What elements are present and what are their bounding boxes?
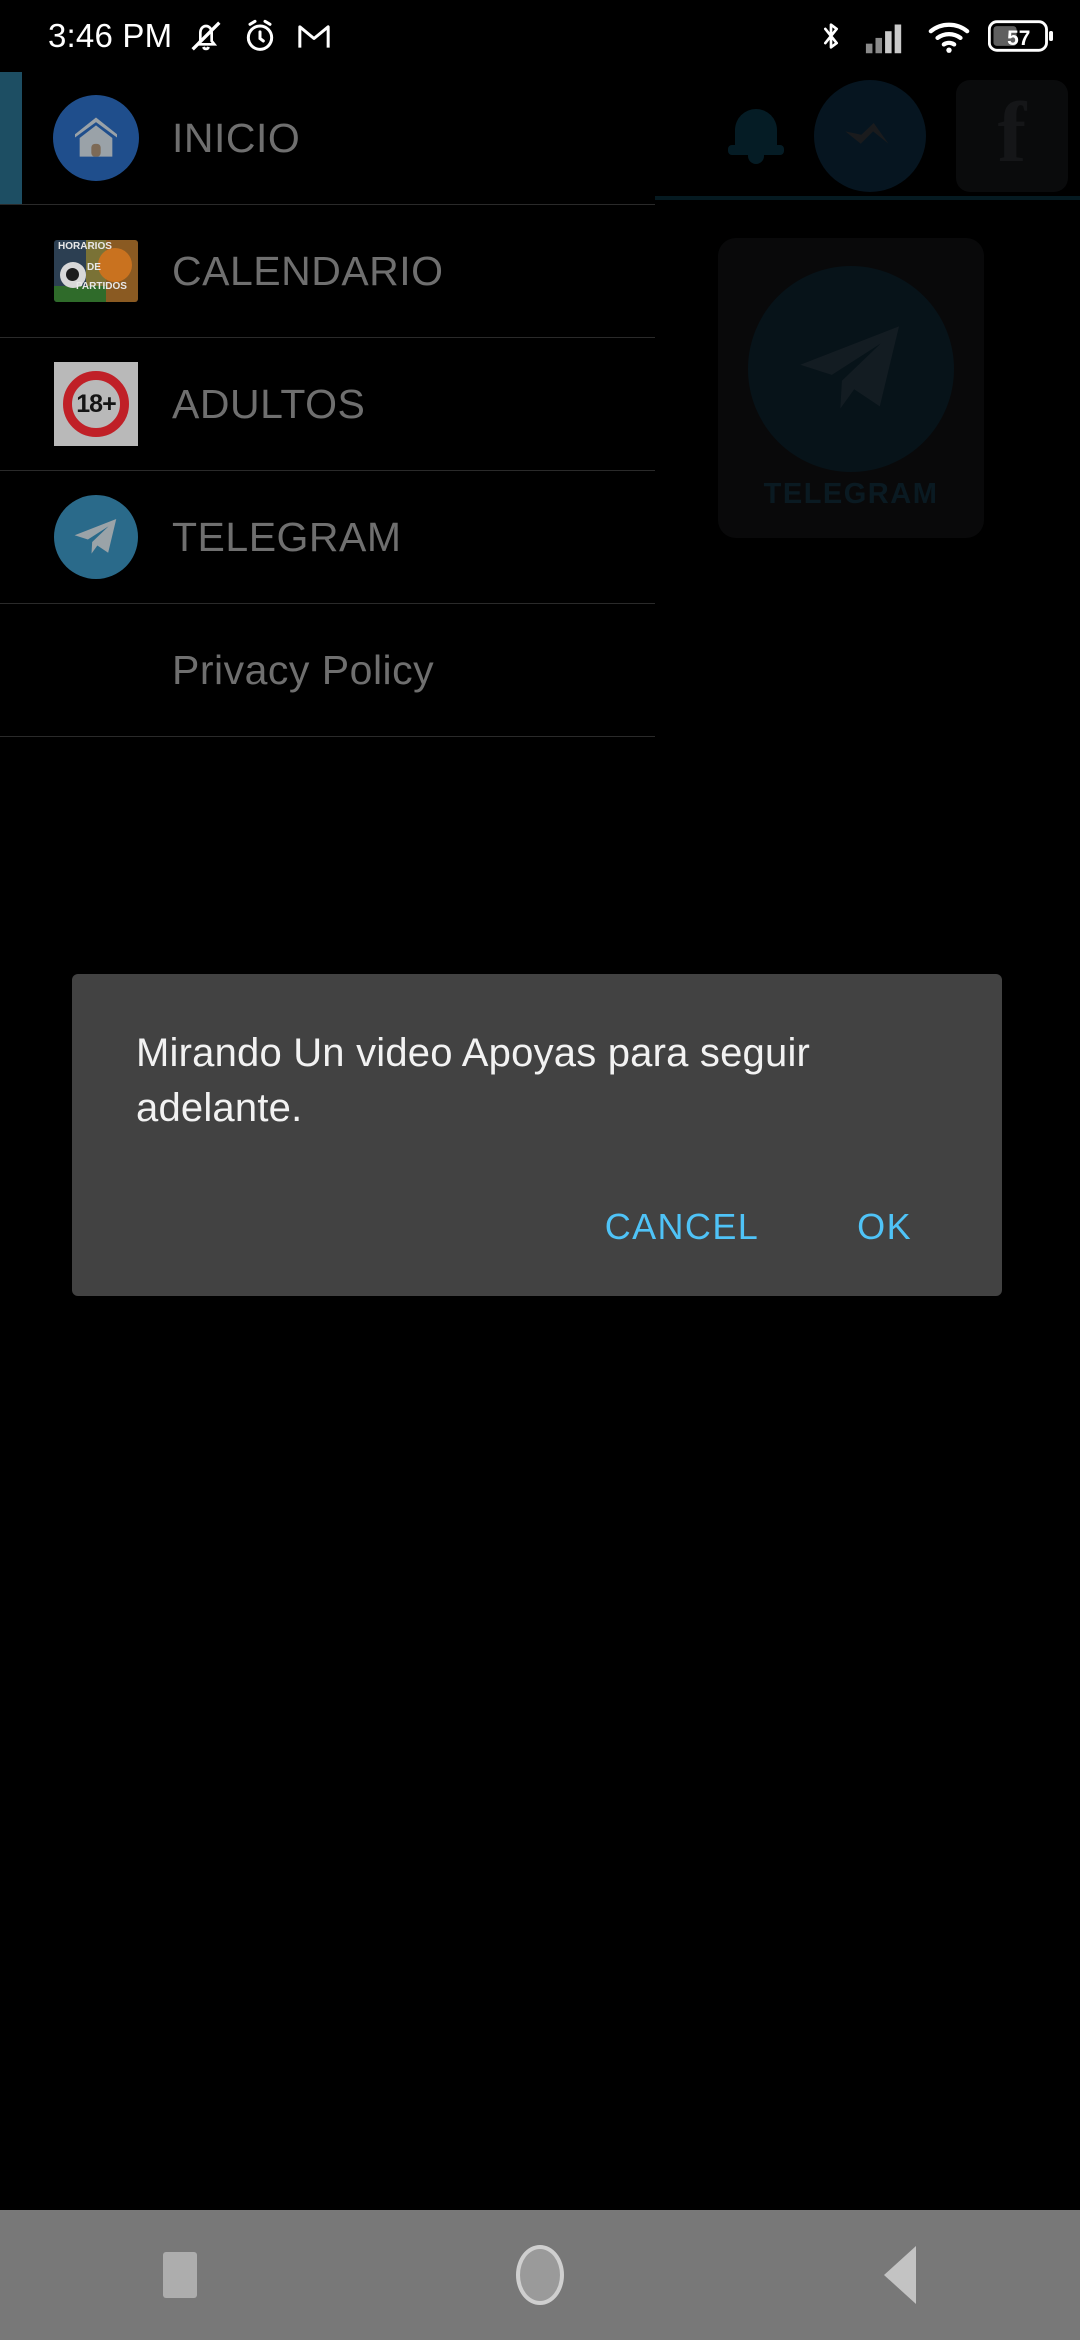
drawer-item-label: ADULTOS [172, 380, 366, 427]
age-rating-text: 18+ [63, 371, 129, 437]
bluetooth-icon [823, 23, 839, 49]
status-bar-right: 57 [814, 16, 1054, 56]
square-icon [163, 2252, 197, 2298]
drawer-item-label: TELEGRAM [172, 513, 402, 560]
clock: 3:46 PM [48, 17, 173, 54]
gmail-icon [298, 25, 330, 48]
selected-indicator [0, 72, 22, 204]
wifi-icon [928, 22, 970, 53]
drawer-item-calendario[interactable]: HORARIOS DE PARTIDOS CALENDARIO [0, 205, 655, 338]
status-bar-left: 3:46 PM [48, 16, 334, 56]
drawer-item-label: INICIO [172, 114, 301, 161]
cellular-signal-icon [865, 24, 902, 54]
silent-mode-icon [191, 21, 221, 51]
home-icon [48, 90, 144, 186]
icon-text-line1: HORARIOS [58, 241, 112, 252]
telegram-icon [48, 489, 144, 585]
drawer-item-label: CALENDARIO [172, 247, 444, 294]
cancel-button[interactable]: CANCEL [579, 1192, 785, 1262]
home-button[interactable] [465, 2210, 615, 2340]
dialog-message: Mirando Un video Apoyas para seguir adel… [136, 1031, 811, 1131]
back-button[interactable] [825, 2210, 975, 2340]
battery-icon: 57 [988, 20, 1054, 52]
adults-18-plus-icon: 18+ [48, 356, 144, 452]
battery-percent-text: 57 [1007, 27, 1030, 50]
status-bar: 3:46 PM 57 [0, 0, 1080, 72]
system-navigation-bar [0, 2210, 1080, 2340]
drawer-item-telegram[interactable]: TELEGRAM [0, 471, 655, 604]
match-schedule-icon: HORARIOS DE PARTIDOS [48, 223, 144, 319]
drawer-item-adultos[interactable]: 18+ ADULTOS [0, 338, 655, 471]
drawer-item-privacy-policy[interactable]: Privacy Policy [0, 604, 655, 737]
triangle-back-icon [884, 2246, 916, 2304]
phone-screen: f TELEGRAM [0, 0, 1080, 2340]
ok-button[interactable]: OK [831, 1192, 938, 1262]
alert-dialog: Mirando Un video Apoyas para seguir adel… [72, 974, 1002, 1297]
icon-text-line3: PARTIDOS [76, 281, 127, 292]
circle-icon [516, 2245, 564, 2305]
drawer-item-inicio[interactable]: INICIO [0, 72, 655, 205]
dialog-actions: CANCEL OK [136, 1192, 962, 1272]
recents-button[interactable] [105, 2210, 255, 2340]
drawer-item-label: Privacy Policy [172, 646, 435, 693]
alarm-icon [247, 19, 274, 51]
icon-text-line2: DE [87, 262, 101, 273]
